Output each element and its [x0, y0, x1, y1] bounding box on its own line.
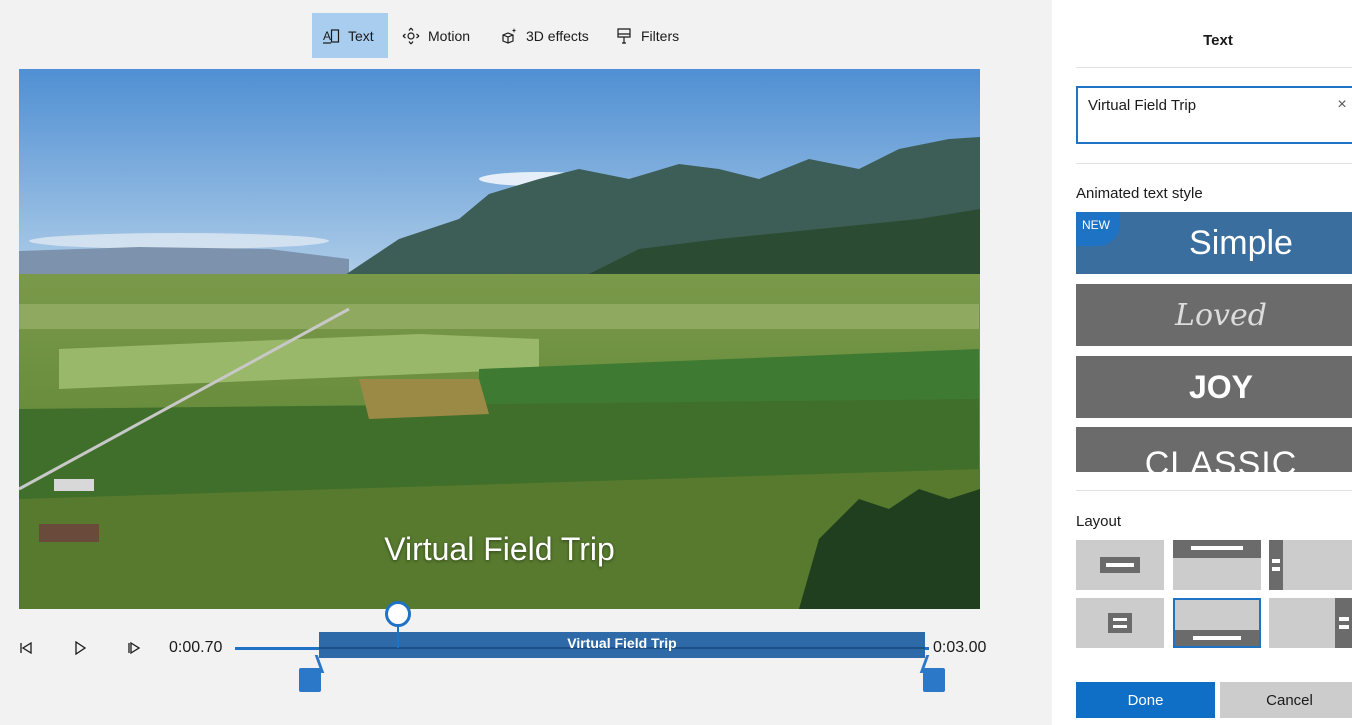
text-panel: Text × Animated text style NEW Simple Lo… [1052, 0, 1352, 725]
tab-filters-label: Filters [641, 27, 680, 44]
divider [1076, 163, 1352, 164]
divider [1076, 490, 1352, 491]
divider [1076, 67, 1352, 68]
layout-bottom-banner[interactable] [1173, 598, 1261, 648]
layout-text-block [1108, 613, 1132, 633]
layout-text-line [1272, 567, 1280, 571]
total-time: 0:03.00 [933, 639, 987, 656]
style-classic[interactable]: CLASSIC [1076, 427, 1352, 472]
playhead-stem [397, 626, 399, 648]
next-frame-button[interactable] [124, 638, 144, 658]
animated-text-style-label: Animated text style [1076, 185, 1203, 202]
style-classic-label: CLASSIC [1144, 445, 1298, 472]
tab-motion-label: Motion [428, 27, 471, 44]
clear-text-icon[interactable]: × [1332, 96, 1352, 114]
layout-text-line [1113, 618, 1127, 621]
layout-top-banner[interactable] [1173, 540, 1261, 590]
style-joy[interactable]: JOY [1076, 356, 1352, 418]
motion-icon [402, 27, 420, 44]
tab-3d-effects-label: 3D effects [526, 27, 589, 44]
current-time: 0:00.70 [169, 639, 223, 656]
trim-end-handle[interactable] [923, 668, 945, 692]
tab-motion[interactable]: Motion [392, 13, 480, 58]
layout-center-small[interactable] [1076, 598, 1164, 648]
effects-toolbar: A Text Motion 3D effects Filters [0, 0, 1052, 58]
layout-text-line [1339, 625, 1349, 629]
layout-text-block [1269, 540, 1283, 590]
style-simple[interactable]: NEW Simple [1076, 212, 1352, 274]
previous-frame-button[interactable] [16, 638, 36, 658]
3d-effects-icon [502, 27, 517, 44]
style-loved-label: Loved [1175, 297, 1267, 333]
layout-text-line [1191, 546, 1243, 550]
layout-text-line [1339, 617, 1349, 621]
cancel-button[interactable]: Cancel [1220, 682, 1352, 718]
style-loved[interactable]: Loved [1076, 284, 1352, 346]
layout-text-block [1335, 598, 1352, 648]
style-simple-label: Simple [1189, 223, 1293, 262]
text-input[interactable] [1088, 97, 1318, 114]
tab-filters[interactable]: Filters [605, 13, 689, 58]
filters-icon [617, 27, 631, 44]
landscape-image [19, 69, 980, 609]
layout-text-line [1272, 559, 1280, 563]
previous-frame-icon [20, 641, 32, 655]
video-preview[interactable]: Virtual Field Trip [19, 69, 980, 609]
layout-text-line [1106, 563, 1134, 567]
clip-label: Virtual Field Trip [567, 635, 677, 651]
playhead-handle[interactable] [385, 601, 411, 627]
style-joy-label: JOY [1188, 368, 1254, 405]
panel-title: Text [1203, 32, 1233, 49]
layout-text-line [1193, 636, 1241, 640]
next-frame-icon [128, 641, 141, 655]
done-button[interactable]: Done [1076, 682, 1215, 718]
new-badge: NEW [1076, 212, 1120, 246]
play-button[interactable] [70, 638, 90, 658]
text-input-box[interactable]: × [1076, 86, 1352, 144]
layout-label: Layout [1076, 513, 1122, 530]
layout-text-line [1113, 625, 1127, 628]
tab-3d-effects[interactable]: 3D effects [490, 13, 599, 58]
tab-text-label: Text [348, 27, 374, 44]
layout-center[interactable] [1076, 540, 1164, 590]
layout-right-bar[interactable] [1269, 598, 1352, 648]
overlay-text: Virtual Field Trip [384, 531, 615, 567]
tab-text[interactable]: A Text [312, 13, 388, 58]
svg-text:A: A [323, 29, 331, 43]
text-clip-bar[interactable]: Virtual Field Trip [319, 632, 925, 658]
text-box-icon: A [323, 29, 340, 44]
play-icon [75, 641, 87, 655]
layout-left-bar[interactable] [1269, 540, 1352, 590]
trim-start-handle[interactable] [299, 668, 321, 692]
